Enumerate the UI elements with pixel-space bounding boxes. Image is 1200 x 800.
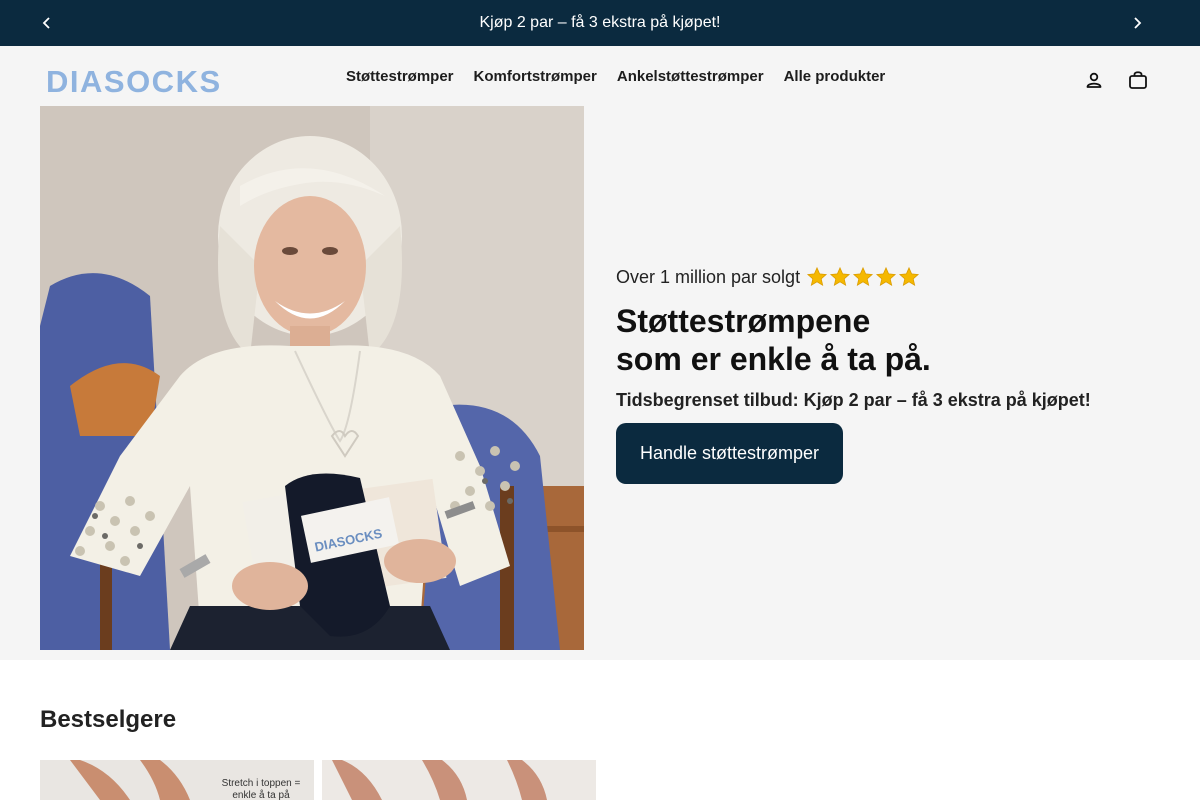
shop-support-stockings-button[interactable]: Handle støttestrømper bbox=[616, 423, 844, 484]
site-logo[interactable]: DIASOCKS bbox=[46, 64, 222, 100]
product-caption-line1: Stretch i toppen = bbox=[221, 778, 301, 789]
announcement-prev-button[interactable] bbox=[24, 0, 70, 46]
nav-item-komfortstromper[interactable]: Komfortstrømper bbox=[474, 68, 597, 85]
nav-item-ankelstottestromper[interactable]: Ankelstøttestrømper bbox=[617, 68, 764, 85]
star-icon bbox=[853, 266, 874, 287]
product-image bbox=[322, 760, 596, 800]
chevron-left-icon bbox=[42, 17, 50, 29]
product-caption: Stretch i toppen = enkle å ta på bbox=[216, 778, 306, 800]
hero-offer: Tidsbegrenset tilbud: Kjøp 2 par – få 3 … bbox=[616, 390, 1091, 410]
announcement-text: Kjøp 2 par – få 3 ekstra på kjøpet! bbox=[479, 14, 721, 31]
nav-item-stottestromper[interactable]: Støttestrømper bbox=[346, 68, 454, 85]
hero-heading: Støttestrømpene som er enkle å ta på. bbox=[616, 302, 1176, 378]
hero-content: Over 1 million par solgt Støttestrømpene… bbox=[616, 266, 1176, 484]
hero-rating: Over 1 million par solgt bbox=[616, 266, 1176, 288]
site-header: DIASOCKS Støttestrømper Komfortstrømper … bbox=[0, 46, 1200, 106]
hero-heading-line2: som er enkle å ta på. bbox=[616, 341, 931, 377]
hero-section: DIASOCKS Over 1 million par solgt Støtte… bbox=[0, 106, 1200, 660]
account-icon bbox=[1086, 72, 1102, 88]
star-icon bbox=[830, 266, 851, 287]
hero-image: DIASOCKS bbox=[40, 106, 584, 650]
announcement-next-button[interactable] bbox=[1114, 0, 1160, 46]
account-button[interactable] bbox=[1084, 70, 1104, 90]
bestsellers-section: Bestselgere Stretch i toppen = enkle å t… bbox=[0, 660, 1200, 800]
product-card[interactable] bbox=[322, 760, 596, 800]
chevron-right-icon bbox=[1134, 17, 1142, 29]
product-caption-line2: enkle å ta på bbox=[232, 790, 290, 800]
nav-item-alle-produkter[interactable]: Alle produkter bbox=[784, 68, 886, 85]
star-icon bbox=[876, 266, 897, 287]
product-card[interactable]: Stretch i toppen = enkle å ta på bbox=[40, 760, 314, 800]
shopping-bag-icon bbox=[1129, 71, 1147, 89]
cart-button[interactable] bbox=[1128, 70, 1148, 90]
rating-stars bbox=[806, 266, 920, 288]
hero-heading-line1: Støttestrømpene bbox=[616, 303, 871, 339]
rating-text: Over 1 million par solgt bbox=[616, 266, 801, 287]
announcement-bar: Kjøp 2 par – få 3 ekstra på kjøpet! bbox=[0, 0, 1200, 46]
star-icon bbox=[807, 266, 828, 287]
star-icon bbox=[899, 266, 920, 287]
bestsellers-title: Bestselgere bbox=[40, 706, 177, 733]
main-nav: Støttestrømper Komfortstrømper Ankelstøt… bbox=[346, 46, 885, 106]
